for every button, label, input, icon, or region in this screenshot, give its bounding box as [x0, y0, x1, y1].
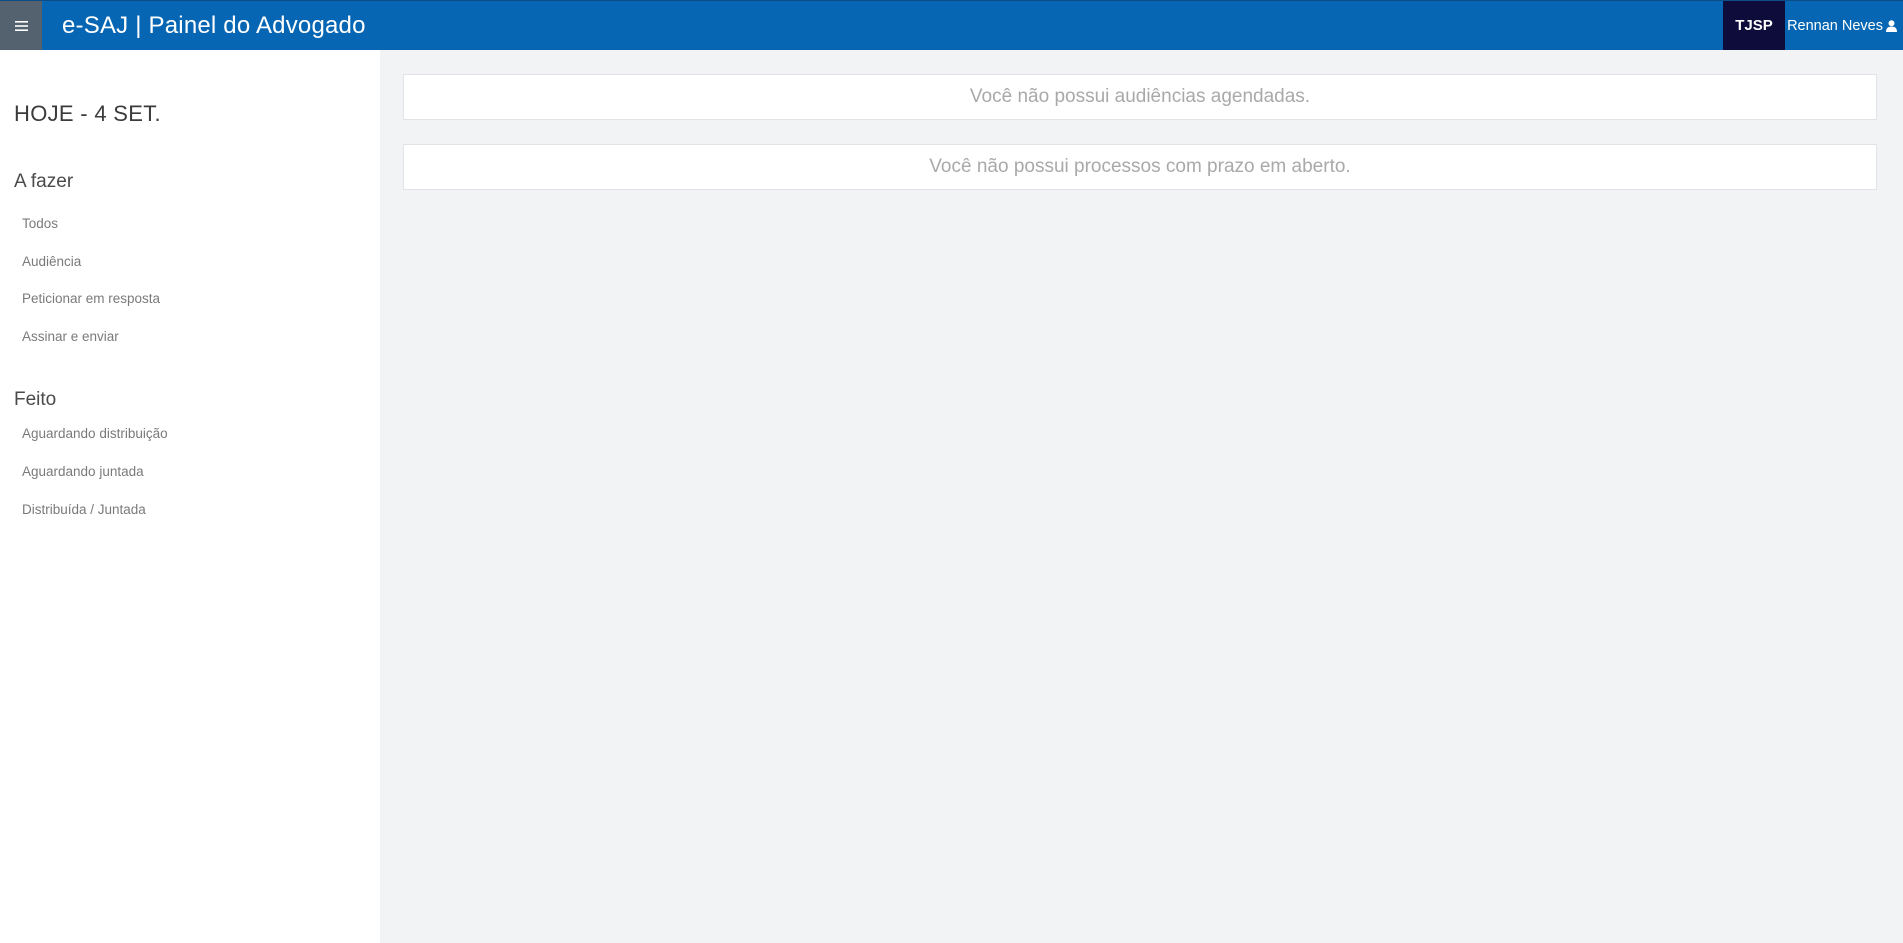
done-section-title: Feito	[14, 389, 57, 410]
hamburger-icon	[14, 20, 28, 31]
sidebar-item-audiencia[interactable]: Audiência	[22, 254, 81, 269]
sidebar-item-todos[interactable]: Todos	[22, 216, 58, 231]
user-icon	[1886, 19, 1897, 32]
deadlines-empty-notice: Você não possui processos com prazo em a…	[403, 144, 1877, 190]
sidebar-item-peticionar-em-resposta[interactable]: Peticionar em resposta	[22, 291, 160, 306]
app-title: e-SAJ | Painel do Advogado	[62, 12, 366, 39]
main-content: Você não possui audiências agendadas. Vo…	[380, 50, 1903, 943]
sidebar-item-aguardando-distribuicao[interactable]: Aguardando distribuição	[22, 426, 168, 441]
top-bar: e-SAJ | Painel do Advogado TJSP Rennan N…	[0, 0, 1903, 50]
court-badge[interactable]: TJSP	[1723, 1, 1785, 50]
user-name: Rennan Neves	[1787, 17, 1883, 34]
menu-toggle-button[interactable]	[0, 1, 42, 50]
sidebar-item-aguardando-juntada[interactable]: Aguardando juntada	[22, 464, 144, 479]
today-date-heading: HOJE - 4 SET.	[14, 101, 161, 126]
sidebar-item-distribuida-juntada[interactable]: Distribuída / Juntada	[22, 502, 146, 517]
sidebar-item-assinar-e-enviar[interactable]: Assinar e enviar	[22, 329, 119, 344]
todo-section-title: A fazer	[14, 171, 74, 192]
sidebar: HOJE - 4 SET. A fazer Todos Audiência Pe…	[0, 50, 380, 943]
hearings-empty-notice: Você não possui audiências agendadas.	[403, 74, 1877, 120]
user-menu[interactable]: Rennan Neves	[1785, 1, 1903, 50]
